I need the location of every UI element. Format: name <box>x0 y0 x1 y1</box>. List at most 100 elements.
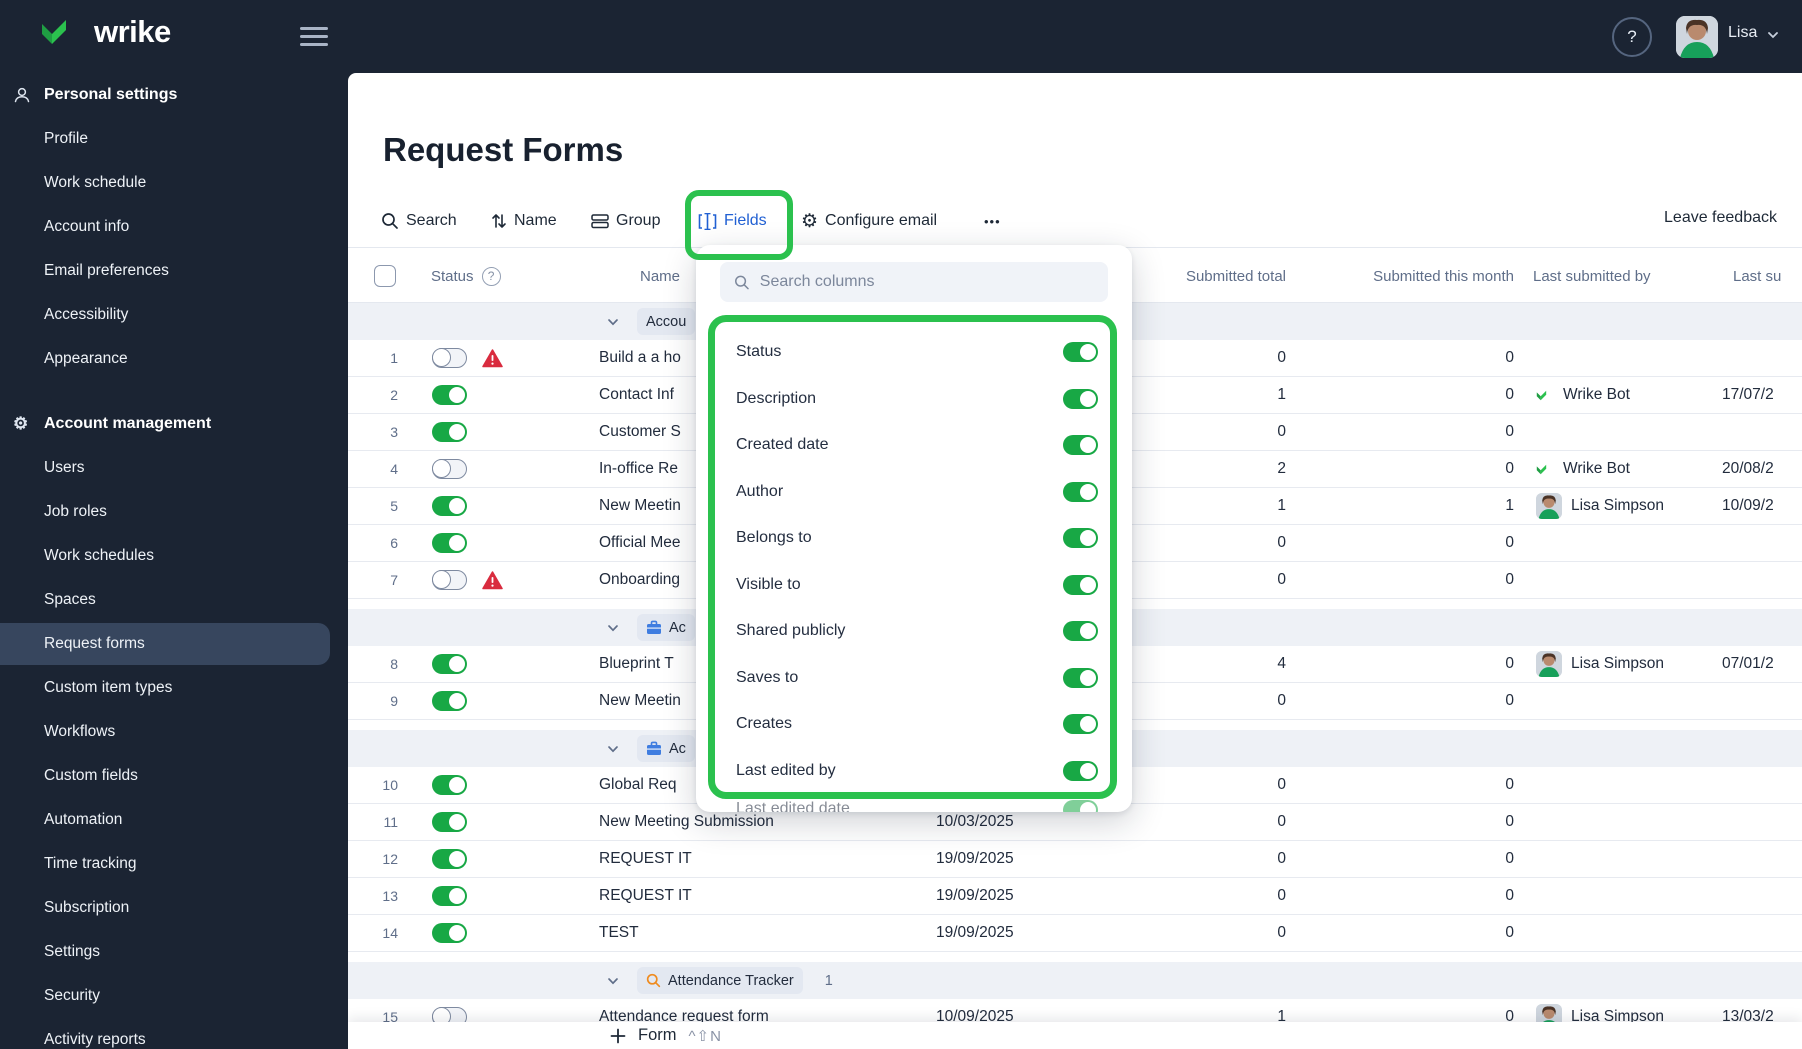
sidebar-item-profile[interactable]: Profile <box>0 117 348 161</box>
toggle-on[interactable] <box>432 812 467 832</box>
chevron-down-icon[interactable] <box>606 974 620 988</box>
column-toggle-creates[interactable]: Creates <box>696 701 1132 748</box>
form-name[interactable]: Customer S <box>599 414 681 450</box>
toggle-on[interactable] <box>1063 760 1098 781</box>
toggle-on[interactable] <box>432 496 467 516</box>
toggle-on[interactable] <box>432 533 467 553</box>
form-name[interactable]: In-office Re <box>599 451 678 487</box>
form-name[interactable]: Build a a ho <box>599 340 681 376</box>
wrike-logo[interactable]: wrike <box>40 14 171 50</box>
table-row[interactable]: 13 REQUEST IT 19/09/2025 0 0 <box>348 878 1802 915</box>
sidebar-item-custom-fields[interactable]: Custom fields <box>0 754 348 798</box>
search-button[interactable]: Search <box>381 206 457 236</box>
toggle-on[interactable] <box>432 886 467 906</box>
toggle-on[interactable] <box>432 849 467 869</box>
column-toggle-last-edited-by[interactable]: Last edited by <box>696 748 1132 795</box>
sidebar-item-settings[interactable]: Settings <box>0 930 348 974</box>
add-form-button[interactable]: Form ^⇧N <box>610 1026 722 1045</box>
sidebar-item-custom-item-types[interactable]: Custom item types <box>0 666 348 710</box>
group-pill[interactable]: Accou <box>637 308 696 335</box>
column-header-name[interactable]: Name <box>640 248 680 304</box>
fields-button[interactable]: Fields <box>698 206 767 236</box>
column-toggle-shared-publicly[interactable]: Shared publicly <box>696 608 1132 655</box>
sidebar-item-appearance[interactable]: Appearance <box>0 337 348 381</box>
toggle-off[interactable] <box>432 458 467 479</box>
column-header-submitted-month[interactable]: Submitted this month <box>1373 248 1514 304</box>
sidebar-item-time-tracking[interactable]: Time tracking <box>0 842 348 886</box>
toggle-on[interactable] <box>432 422 467 442</box>
group-row[interactable]: Attendance Tracker 1 <box>348 962 1802 999</box>
toggle-on[interactable] <box>1063 342 1098 363</box>
configure-email-button[interactable]: ⚙ Configure email <box>801 206 937 236</box>
search-columns-input[interactable] <box>759 273 1094 291</box>
column-header-last-date[interactable]: Last su <box>1733 248 1781 304</box>
chevron-down-icon[interactable] <box>1768 30 1778 40</box>
toggle-off[interactable] <box>432 569 467 590</box>
select-all-checkbox[interactable] <box>374 265 396 287</box>
toggle-on[interactable] <box>432 775 467 795</box>
sidebar-item-spaces[interactable]: Spaces <box>0 578 348 622</box>
sidebar-item-security[interactable]: Security <box>0 974 348 1018</box>
toggle-on[interactable] <box>1063 621 1098 642</box>
sidebar-item-email-preferences[interactable]: Email preferences <box>0 249 348 293</box>
chevron-down-icon[interactable] <box>606 621 620 635</box>
avatar[interactable] <box>1676 16 1718 58</box>
column-header-status[interactable]: Status ? <box>431 248 501 304</box>
toggle-on[interactable] <box>432 691 467 711</box>
toggle-on[interactable] <box>1063 528 1098 549</box>
sidebar-item-subscription[interactable]: Subscription <box>0 886 348 930</box>
group-pill[interactable]: Attendance Tracker <box>637 967 803 994</box>
column-toggle-saves-to[interactable]: Saves to <box>696 655 1132 702</box>
sidebar-item-job-roles[interactable]: Job roles <box>0 490 348 534</box>
sidebar-item-work-schedule[interactable]: Work schedule <box>0 161 348 205</box>
sidebar-item-activity-reports[interactable]: Activity reports <box>0 1018 348 1049</box>
status-help-icon[interactable]: ? <box>481 266 501 286</box>
column-toggle-belongs-to[interactable]: Belongs to <box>696 515 1132 562</box>
toggle-on[interactable] <box>1063 714 1098 735</box>
more-button[interactable]: ••• <box>984 206 1001 236</box>
column-toggle-created-date[interactable]: Created date <box>696 422 1132 469</box>
toggle-on[interactable] <box>1063 388 1098 409</box>
toggle-on[interactable] <box>1063 574 1098 595</box>
sort-button[interactable]: Name <box>491 206 557 236</box>
form-name[interactable]: Contact Inf <box>599 377 674 413</box>
form-name[interactable]: REQUEST IT <box>599 878 692 914</box>
column-header-submitted-total[interactable]: Submitted total <box>1186 248 1286 304</box>
form-name[interactable]: New Meetin <box>599 683 681 719</box>
form-name[interactable]: Blueprint T <box>599 646 674 682</box>
toggle-on[interactable] <box>1063 435 1098 456</box>
sidebar-item-request-forms[interactable]: Request forms <box>0 622 348 666</box>
toggle-off[interactable] <box>432 347 467 368</box>
toggle-on[interactable] <box>1063 800 1098 812</box>
sidebar-item-accessibility[interactable]: Accessibility <box>0 293 348 337</box>
column-toggle-status[interactable]: Status <box>696 329 1132 376</box>
toggle-on[interactable] <box>432 385 467 405</box>
form-name[interactable]: Global Req <box>599 767 677 803</box>
sidebar-item-work-schedules[interactable]: Work schedules <box>0 534 348 578</box>
form-name[interactable]: TEST <box>599 915 639 951</box>
leave-feedback-link[interactable]: Leave feedback <box>1664 209 1777 227</box>
group-pill[interactable]: Ac <box>637 735 695 762</box>
hamburger-menu-icon[interactable] <box>300 27 328 47</box>
table-row[interactable]: 12 REQUEST IT 19/09/2025 0 0 <box>348 841 1802 878</box>
group-pill[interactable]: Ac <box>637 614 695 641</box>
table-row[interactable]: 14 TEST 19/09/2025 0 0 <box>348 915 1802 952</box>
form-name[interactable]: REQUEST IT <box>599 841 692 877</box>
column-toggle-author[interactable]: Author <box>696 469 1132 516</box>
column-toggle-last-edited-date[interactable]: Last edited date <box>696 794 1132 812</box>
sidebar-item-automation[interactable]: Automation <box>0 798 348 842</box>
column-toggle-visible-to[interactable]: Visible to <box>696 562 1132 609</box>
column-toggle-description[interactable]: Description <box>696 376 1132 423</box>
toggle-on[interactable] <box>432 654 467 674</box>
toggle-on[interactable] <box>432 923 467 943</box>
form-name[interactable]: New Meetin <box>599 488 681 524</box>
form-name[interactable]: Onboarding <box>599 562 680 598</box>
chevron-down-icon[interactable] <box>606 742 620 756</box>
group-button[interactable]: Group <box>591 206 660 236</box>
sidebar-item-users[interactable]: Users <box>0 446 348 490</box>
user-name[interactable]: Lisa <box>1728 24 1757 42</box>
toggle-on[interactable] <box>1063 667 1098 688</box>
column-header-last-by[interactable]: Last submitted by <box>1533 248 1651 304</box>
help-icon[interactable]: ? <box>1612 17 1652 57</box>
toggle-on[interactable] <box>1063 481 1098 502</box>
